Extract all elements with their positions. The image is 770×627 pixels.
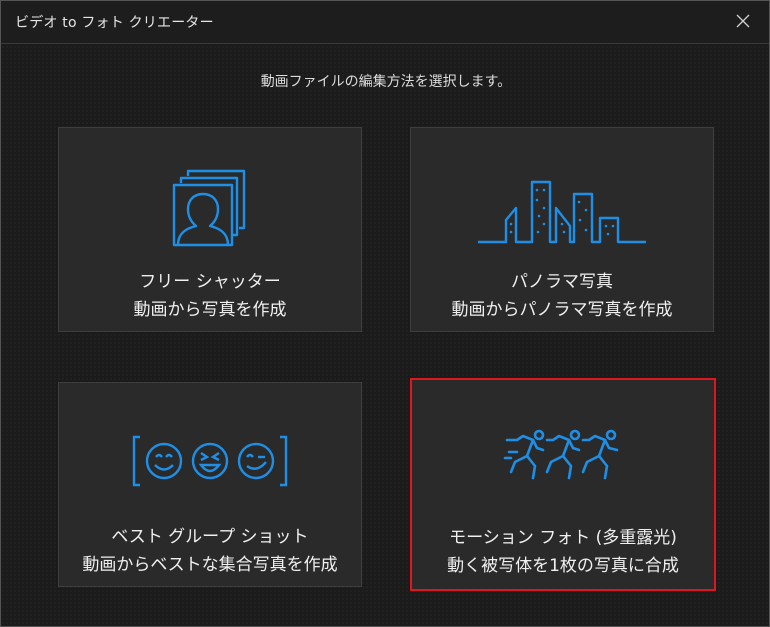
panorama-description: 動画からパノラマ写真を作成 [451,300,673,320]
close-icon [736,14,750,28]
motion-photo-option[interactable]: モーション フォト (多重露光) 動く被写体を1枚の写真に合成 [410,378,716,591]
panorama-title: パノラマ写真 [511,272,613,292]
window-title: ビデオ to フォト クリエーター [15,15,214,31]
city-skyline-icon [411,168,713,250]
best-group-shot-title: ベスト グループ ショット [111,527,309,547]
title-bar: ビデオ to フォト クリエーター [1,1,769,44]
best-group-shot-description: 動画からベストな集合写真を作成 [82,555,338,575]
free-shutter-option[interactable]: フリー シャッター 動画から写真を作成 [58,127,362,332]
close-button[interactable] [731,9,755,33]
free-shutter-label: フリー シャッター 動画から写真を作成 [59,268,361,324]
free-shutter-title: フリー シャッター [139,272,281,292]
portrait-frames-icon [59,168,361,250]
motion-photo-title: モーション フォト (多重露光) [449,528,677,548]
motion-photo-description: 動く被写体を1枚の写真に合成 [447,556,679,576]
free-shutter-description: 動画から写真を作成 [133,300,287,320]
running-figures-icon [412,428,714,484]
best-group-shot-option[interactable]: ベスト グループ ショット 動画からベストな集合写真を作成 [58,382,362,587]
panorama-label: パノラマ写真 動画からパノラマ写真を作成 [411,268,713,324]
instruction-text: 動画ファイルの編集方法を選択します。 [260,74,512,90]
best-group-shot-label: ベスト グループ ショット 動画からベストな集合写真を作成 [59,523,361,579]
dialog-window: ビデオ to フォト クリエーター 動画ファイルの編集方法を選択します。 フリー… [0,0,770,627]
motion-photo-label: モーション フォト (多重露光) 動く被写体を1枚の写真に合成 [412,524,714,580]
smiley-group-icon [59,431,361,491]
panorama-option[interactable]: パノラマ写真 動画からパノラマ写真を作成 [410,127,714,332]
